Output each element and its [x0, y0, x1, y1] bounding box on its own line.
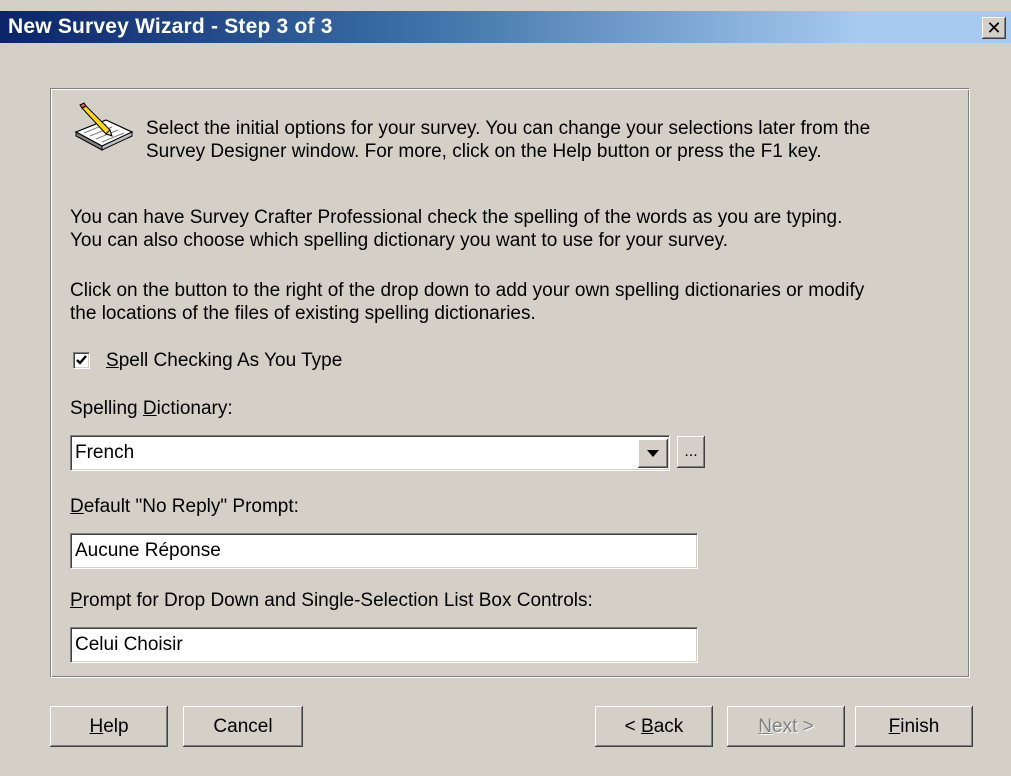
- checkmark-icon: [76, 355, 87, 365]
- finish-button[interactable]: Finish: [855, 706, 973, 747]
- no-reply-label-text: efault "No Reply" Prompt:: [83, 496, 299, 517]
- no-reply-value: Aucune Réponse: [75, 540, 221, 561]
- back-label: ack: [653, 716, 684, 737]
- help-label: elp: [103, 716, 129, 737]
- close-icon: ✕: [986, 18, 1002, 38]
- manage-dictionaries-button[interactable]: ...: [677, 436, 705, 468]
- no-reply-label: Default "No Reply" Prompt:: [70, 496, 299, 518]
- spell-check-label-text: pell Checking As You Type: [118, 350, 343, 371]
- spelling-info-line-2: You can also choose which spelling dicti…: [70, 230, 728, 251]
- dictionary-label-pre: Spelling: [70, 398, 143, 419]
- help-access-key: H: [89, 716, 104, 737]
- title-bar: New Survey Wizard - Step 3 of 3 ✕: [0, 0, 1011, 52]
- spell-check-access-key: S: [106, 350, 119, 371]
- finish-label: inish: [900, 716, 940, 737]
- drop-prompt-label: Prompt for Drop Down and Single-Selectio…: [70, 590, 593, 612]
- dictionary-combobox[interactable]: French: [70, 435, 670, 471]
- window-title: New Survey Wizard - Step 3 of 3: [8, 15, 333, 38]
- dictionary-selected-value: French: [75, 442, 135, 463]
- dictionary-label: Spelling Dictionary:: [70, 398, 233, 420]
- spell-check-label[interactable]: Spell Checking As You Type: [106, 350, 342, 372]
- spell-check-checkbox[interactable]: [73, 352, 90, 369]
- next-access-key: N: [758, 716, 772, 737]
- drop-prompt-value: Celui Choisir: [75, 634, 183, 655]
- no-reply-input[interactable]: Aucune Réponse: [70, 533, 698, 569]
- back-button[interactable]: < Back: [595, 706, 713, 747]
- dictionary-label-text: ictionary:: [156, 398, 233, 419]
- cancel-button[interactable]: Cancel: [183, 706, 303, 747]
- drop-prompt-label-text: rompt for Drop Down and Single-Selection…: [82, 590, 593, 611]
- chevron-down-icon: [647, 450, 659, 457]
- dictionary-dropdown-button[interactable]: [638, 439, 668, 468]
- spelling-info-line-4: the locations of the files of existing s…: [70, 303, 536, 324]
- back-label-pre: <: [624, 716, 642, 737]
- spelling-info-line-3: Click on the button to the right of the …: [70, 280, 865, 301]
- spelling-info-line-1: You can have Survey Crafter Professional…: [70, 207, 843, 228]
- intro-text-line-1: Select the initial options for your surv…: [146, 118, 871, 139]
- notepad-pencil-icon: [74, 102, 134, 151]
- next-button[interactable]: Next >: [727, 706, 845, 747]
- dictionary-access-key: D: [142, 398, 157, 419]
- intro-text-line-2: Survey Designer window. For more, click …: [146, 141, 822, 162]
- drop-prompt-input[interactable]: Celui Choisir: [70, 627, 698, 663]
- back-access-key: B: [641, 716, 654, 737]
- drop-prompt-access-key: P: [70, 590, 83, 611]
- close-button[interactable]: ✕: [982, 17, 1006, 39]
- help-button[interactable]: Help: [50, 706, 168, 747]
- no-reply-access-key: D: [70, 496, 84, 517]
- next-label: ext >: [772, 716, 814, 737]
- finish-access-key: F: [888, 716, 901, 737]
